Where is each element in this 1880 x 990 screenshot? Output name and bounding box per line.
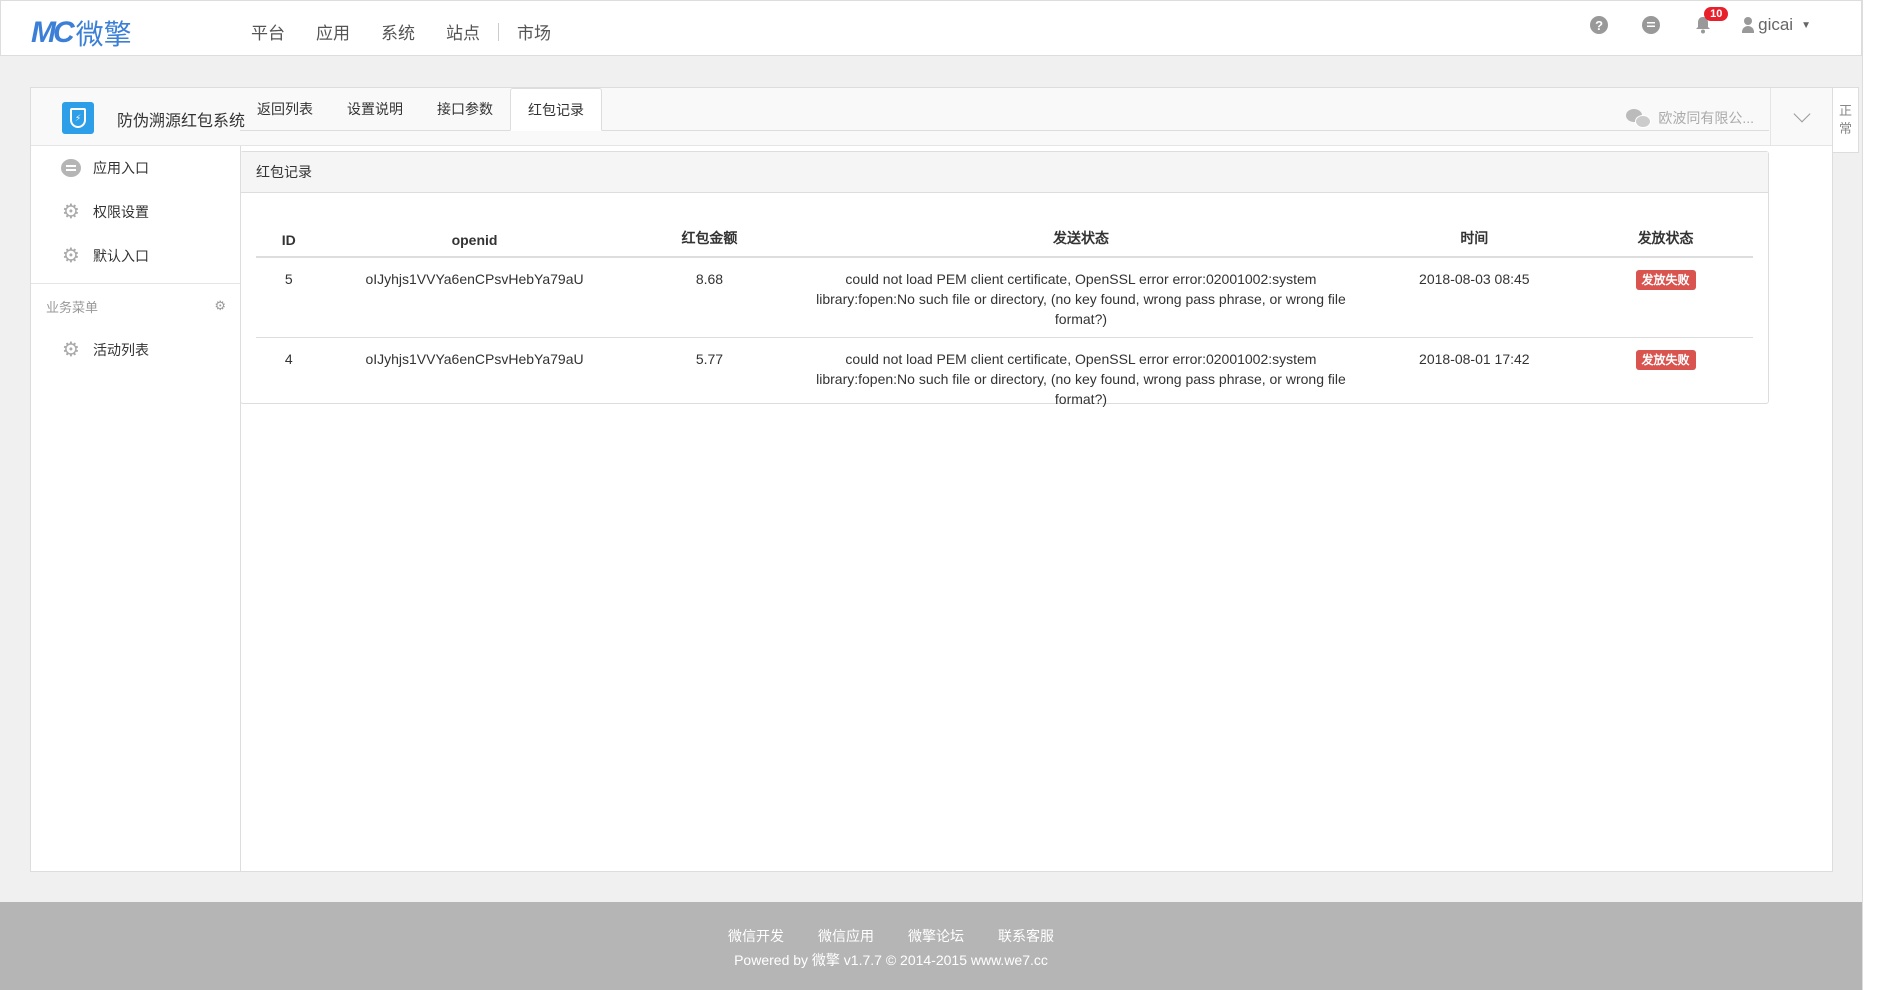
footer-link-forum[interactable]: 微擎论坛 [908,926,964,946]
sidebar-item-app-entry[interactable]: 应用入口 [31,146,240,190]
column-header-send-status: 发送状态 [791,207,1371,258]
records-panel-title: 红包记录 [241,152,1768,193]
cell-time: 2018-08-03 08:45 [1370,257,1579,338]
column-header-status: 发放状态 [1578,207,1753,258]
settings-gear-icon[interactable]: ⚙ [214,298,226,314]
table-row: 5 oIJyhjs1VVYa6enCPsvHebYa79aU 8.68 coul… [256,257,1753,338]
chevron-down-icon [1793,105,1810,122]
main-content: 返回列表 设置说明 接口参数 红包记录 红包记录 ID openid 红包金额 … [240,88,1769,407]
brand-logo[interactable]: MC 微擎 [31,13,132,53]
cell-amount: 5.77 [695,351,724,367]
page-scrollbar[interactable] [1862,0,1880,990]
footer-links: 微信开发 微信应用 微擎论坛 联系客服 [0,926,1862,946]
cell-openid: oIJyhjs1VVYa6enCPsvHebYa79aU [365,351,584,367]
status-badge: 发放失败 [1635,350,1696,370]
message-icon[interactable] [1642,16,1661,34]
tab-bar: 返回列表 设置说明 接口参数 红包记录 [240,88,1769,131]
sidebar-item-label: 权限设置 [93,204,149,220]
table-row: 4 oIJyhjs1VVYa6enCPsvHebYa79aU 5.77 coul… [256,338,1753,418]
column-header-openid: openid [321,207,628,258]
gear-icon: ⚙ [62,245,80,267]
nav-system[interactable]: 系统 [381,19,415,44]
logo-mark: MC [31,16,75,49]
cell-id: 5 [256,257,322,338]
user-menu[interactable]: gicai ▼ [1742,15,1811,35]
cell-status: 发放失败 [1578,338,1753,418]
app-logo: ⚡ [62,102,94,134]
help-icon[interactable]: ? [1590,16,1609,34]
footer-link-wechat-apps[interactable]: 微信应用 [818,926,874,946]
footer-copyright: Powered by 微擎 v1.7.7 © 2014-2015 www.we7… [734,952,1048,968]
sidebar: 应用入口 ⚙ 权限设置 ⚙ 默认入口 业务菜单 ⚙ ⚙ 活动列表 [31,146,241,871]
top-navbar: MC 微擎 平台 应用 系统 站点 市场 ? 10 gicai ▼ [0,0,1862,56]
cell-time: 2018-08-01 17:42 [1419,351,1530,367]
sidebar-item-label: 应用入口 [93,160,149,176]
chat-bubble-icon [61,158,81,178]
sidebar-group-business-menu: 业务菜单 ⚙ [31,284,240,328]
gear-icon: ⚙ [62,201,80,223]
cell-amount: 8.68 [627,257,792,338]
notification-bell-icon[interactable]: 10 [1694,7,1729,34]
sidebar-item-default-entry[interactable]: ⚙ 默认入口 [31,234,240,278]
sidebar-item-label: 默认入口 [93,248,149,264]
tab-settings-guide[interactable]: 设置说明 [330,88,420,130]
nav-sites[interactable]: 站点 [446,19,480,44]
cell-openid: oIJyhjs1VVYa6enCPsvHebYa79aU [321,257,628,338]
sidebar-item-activity-list[interactable]: ⚙ 活动列表 [31,328,240,372]
user-icon [1742,17,1755,33]
sidebar-item-label: 活动列表 [93,342,149,358]
username: gicai [1758,15,1794,34]
tab-redpacket-records[interactable]: 红包记录 [510,88,602,131]
footer-link-wechat-dev[interactable]: 微信开发 [728,926,784,946]
nav-separator [498,22,499,41]
column-header-id: ID [256,207,322,258]
table-header-row: ID openid 红包金额 发送状态 时间 发放状态 [256,207,1753,258]
shield-icon: ⚡ [70,108,86,128]
gear-icon: ⚙ [62,339,80,361]
column-header-amount: 红包金额 [627,207,792,258]
records-table: ID openid 红包金额 发送状态 时间 发放状态 5 oIJyhjs1VV… [256,207,1753,417]
topbar-actions: ? 10 gicai ▼ [1556,7,1811,35]
notification-count-badge: 10 [1704,7,1729,21]
cell-send-status: could not load PEM client certificate, O… [816,351,1346,407]
nav-market[interactable]: 市场 [517,19,551,44]
tab-api-params[interactable]: 接口参数 [420,88,510,130]
nav-platform[interactable]: 平台 [251,19,285,44]
header-expand-toggle[interactable] [1770,88,1832,145]
cell-id: 4 [284,351,293,367]
nav-apps[interactable]: 应用 [316,19,350,44]
tab-back-to-list[interactable]: 返回列表 [240,88,330,130]
message-glyph [1647,22,1656,27]
records-panel: 红包记录 ID openid 红包金额 发送状态 时间 发放状态 5 oIJyh… [240,151,1769,407]
page-footer: 微信开发 微信应用 微擎论坛 联系客服 Powered by 微擎 v1.7.7… [0,902,1862,990]
cell-send-status: could not load PEM client certificate, O… [791,257,1371,338]
app-title: 防伪溯源红包系统 [117,113,246,130]
sidebar-group-title: 业务菜单 [46,299,99,315]
status-side-tab[interactable]: 正常 [1833,87,1859,153]
footer-link-support[interactable]: 联系客服 [998,926,1054,946]
logo-text: 微擎 [75,18,132,51]
sidebar-item-permissions[interactable]: ⚙ 权限设置 [31,190,240,234]
main-nav: 平台 应用 系统 站点 市场 [251,19,582,44]
column-header-time: 时间 [1370,207,1579,258]
caret-down-icon: ▼ [1801,19,1811,31]
cell-status: 发放失败 [1578,257,1753,338]
status-badge: 发放失败 [1635,270,1696,290]
